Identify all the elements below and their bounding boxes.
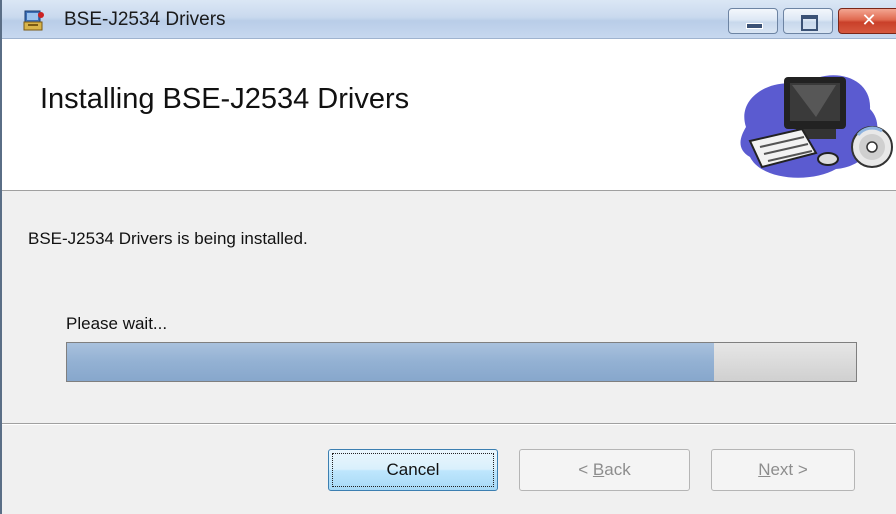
title-bar[interactable]: BSE-J2534 Drivers ✕: [2, 0, 896, 39]
header-banner: Installing BSE-J2534 Drivers: [2, 39, 896, 191]
close-button[interactable]: ✕: [838, 8, 896, 34]
cancel-button-label: Cancel: [386, 460, 440, 479]
progress-fill: [67, 343, 714, 381]
back-button[interactable]: < Back: [519, 449, 690, 491]
next-button-mnemonic: N: [758, 460, 771, 479]
next-button[interactable]: Next >: [711, 449, 855, 491]
minimize-button[interactable]: [728, 8, 778, 34]
install-progress-bar: [66, 342, 857, 382]
install-status-text: BSE-J2534 Drivers is being installed.: [28, 229, 308, 248]
back-button-mnemonic: B: [592, 460, 605, 479]
next-button-rest: ext >: [770, 460, 808, 479]
close-icon: ✕: [861, 10, 877, 31]
back-button-rest: ack: [604, 460, 631, 479]
footer-separator: [2, 423, 896, 425]
maximize-button[interactable]: [783, 8, 833, 34]
back-button-prefix: <: [578, 460, 593, 479]
computer-with-cd-icon: [740, 75, 893, 178]
window-title: BSE-J2534 Drivers: [64, 9, 226, 30]
cancel-button[interactable]: Cancel: [328, 449, 498, 491]
minimize-icon: [746, 23, 763, 29]
installer-app-icon: [23, 10, 44, 31]
maximize-icon: [801, 15, 818, 31]
please-wait-label: Please wait...: [66, 314, 168, 333]
installer-window: BSE-J2534 Drivers ✕ Installing BSE-J2534…: [0, 0, 896, 514]
page-title: Installing BSE-J2534 Drivers: [40, 83, 410, 115]
